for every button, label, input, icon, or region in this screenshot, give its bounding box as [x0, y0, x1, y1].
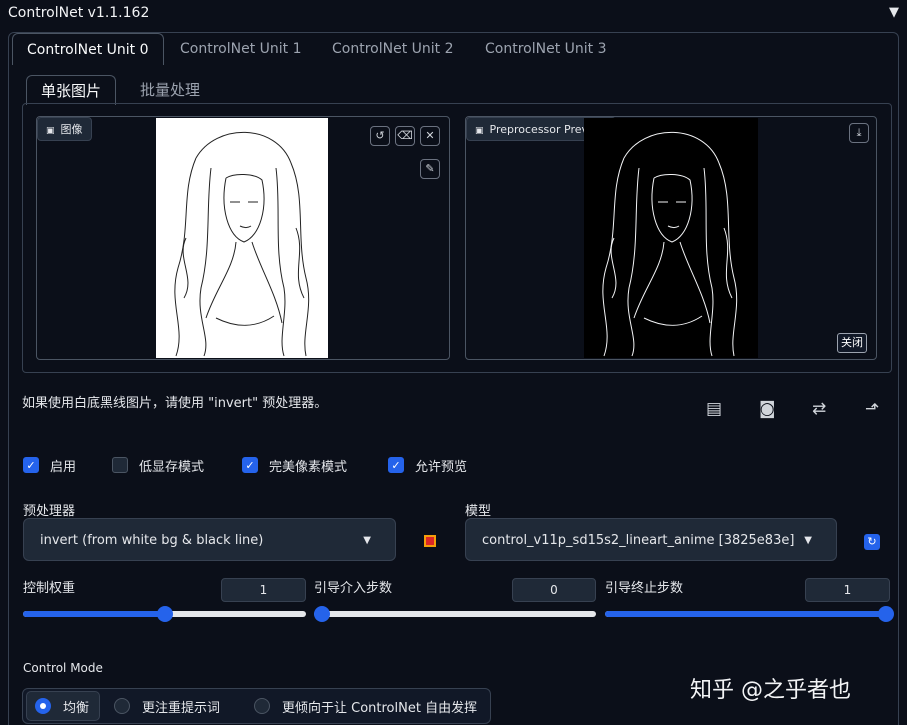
chevron-down-icon: ▼: [363, 535, 371, 546]
model-value: control_v11p_sd15s2_lineart_anime [3825e…: [482, 533, 795, 548]
refresh-icon[interactable]: ↻: [864, 534, 880, 550]
panel-title: ControlNet v1.1.162: [8, 5, 150, 21]
radio-balanced[interactable]: 均衡: [26, 691, 100, 721]
tab-unit-2[interactable]: ControlNet Unit 2: [318, 33, 468, 65]
check-icon[interactable]: ✓: [23, 457, 39, 473]
checkbox-enable[interactable]: ✓ 启用: [23, 455, 76, 475]
undo-icon[interactable]: ↺: [370, 126, 390, 146]
checkbox-label: 低显存模式: [139, 459, 205, 475]
radio-label: 更注重提示词: [142, 700, 221, 716]
checkbox-label: 启用: [50, 459, 77, 475]
preprocessor-select[interactable]: invert (from white bg & black line) ▼: [23, 518, 396, 561]
invert-hint-text: 如果使用白底黑线图片，请使用 "invert" 预处理器。: [22, 396, 328, 411]
notes-icon[interactable]: ▤: [706, 399, 722, 419]
checkbox-low-vram[interactable]: 低显存模式: [112, 455, 204, 475]
radio-prompt-important[interactable]: 更注重提示词: [106, 691, 228, 721]
erase-icon[interactable]: ⌫: [395, 126, 415, 146]
watermark: 知乎 @之乎者也: [690, 678, 851, 703]
guidance-end-input[interactable]: 1: [805, 578, 890, 602]
control-weight-label: 控制权重: [23, 581, 76, 596]
radio-dot[interactable]: [114, 698, 130, 714]
uploaded-image: [156, 118, 328, 358]
preprocessor-label: 预处理器: [23, 504, 76, 519]
radio-dot[interactable]: [254, 698, 270, 714]
guidance-start-thumb[interactable]: [314, 606, 330, 622]
collapse-icon[interactable]: ▼: [889, 5, 899, 20]
checkbox-pixel-perfect[interactable]: ✓ 完美像素模式: [242, 455, 347, 475]
radio-controlnet-important[interactable]: 更倾向于让 ControlNet 自由发挥: [246, 691, 485, 721]
tab-unit-3[interactable]: ControlNet Unit 3: [471, 33, 621, 65]
image-icon: ▣: [475, 126, 484, 136]
tab-batch[interactable]: 批量处理: [126, 75, 214, 105]
model-label: 模型: [465, 504, 492, 519]
check-icon[interactable]: ✓: [388, 457, 404, 473]
model-select[interactable]: control_v11p_sd15s2_lineart_anime [3825e…: [465, 518, 837, 561]
checkbox-box[interactable]: [112, 457, 128, 473]
inverted-lineart: [602, 131, 738, 357]
control-weight-input[interactable]: 1: [221, 578, 306, 602]
control-weight-thumb[interactable]: [157, 606, 173, 622]
lineart-sketch: [174, 131, 310, 357]
close-icon[interactable]: ✕: [420, 126, 440, 146]
radio-label: 更倾向于让 ControlNet 自由发挥: [282, 700, 478, 716]
close-preview-button[interactable]: 关闭: [837, 333, 867, 353]
control-mode-label: Control Mode: [23, 661, 103, 675]
tab-single-image[interactable]: 单张图片: [26, 75, 117, 105]
guidance-end-label: 引导终止步数: [605, 581, 684, 596]
send-icon[interactable]: ⬏: [865, 399, 879, 419]
swap-icon[interactable]: ⇄: [812, 399, 826, 419]
guidance-start-input[interactable]: 0: [512, 578, 596, 602]
radio-label: 均衡: [63, 700, 90, 716]
chevron-down-icon: ▼: [804, 535, 812, 546]
image-icon: ▣: [46, 126, 55, 136]
brush-icon[interactable]: ✎: [420, 159, 440, 179]
guidance-end-fill: [605, 611, 886, 617]
control-weight-fill: [23, 611, 165, 617]
image-label: ▣ 图像: [37, 117, 92, 141]
radio-dot[interactable]: [35, 698, 51, 714]
preprocessor-value: invert (from white bg & black line): [40, 533, 264, 548]
guidance-start-track[interactable]: [314, 611, 596, 617]
run-preprocessor-icon[interactable]: [424, 535, 436, 547]
checkbox-label: 完美像素模式: [269, 459, 348, 475]
preview-image: [584, 118, 758, 358]
guidance-end-thumb[interactable]: [878, 606, 894, 622]
check-icon[interactable]: ✓: [242, 457, 258, 473]
tab-unit-1[interactable]: ControlNet Unit 1: [166, 33, 316, 65]
download-icon[interactable]: ⤓: [849, 123, 869, 143]
checkbox-allow-preview[interactable]: ✓ 允许预览: [388, 455, 467, 475]
guidance-start-label: 引导介入步数: [314, 581, 393, 596]
camera-icon[interactable]: ◙: [759, 399, 776, 419]
tab-unit-0[interactable]: ControlNet Unit 0: [12, 33, 164, 65]
checkbox-label: 允许预览: [415, 459, 468, 475]
